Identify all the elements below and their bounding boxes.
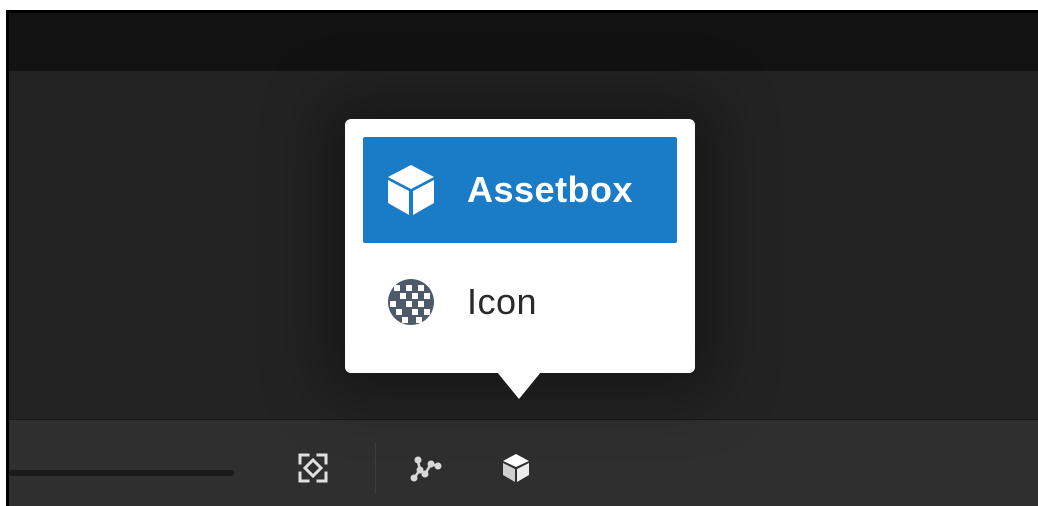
menu-item-assetbox[interactable]: Assetbox — [363, 137, 677, 243]
insert-menu-popup: Assetbox Icon — [345, 119, 695, 399]
menu-item-label: Assetbox — [467, 169, 634, 210]
menu-item-label: Icon — [467, 281, 538, 322]
app-window: Assetbox Icon — [6, 10, 1038, 506]
focus-frame-icon — [298, 453, 328, 483]
assetbox-button[interactable] — [496, 448, 536, 488]
timeline-slider[interactable] — [9, 470, 234, 476]
cube-icon — [385, 162, 445, 218]
popup-pointer — [497, 372, 541, 399]
node-graph-icon — [410, 456, 442, 482]
pattern-globe-icon — [385, 274, 445, 330]
top-bar — [9, 13, 1038, 71]
focus-frame-button[interactable] — [293, 448, 333, 488]
bottom-toolbar — [9, 419, 1038, 506]
menu-item-icon[interactable]: Icon — [363, 250, 677, 354]
toolbar-separator — [375, 442, 376, 494]
node-graph-button[interactable] — [406, 448, 446, 488]
cube-icon — [503, 454, 529, 482]
